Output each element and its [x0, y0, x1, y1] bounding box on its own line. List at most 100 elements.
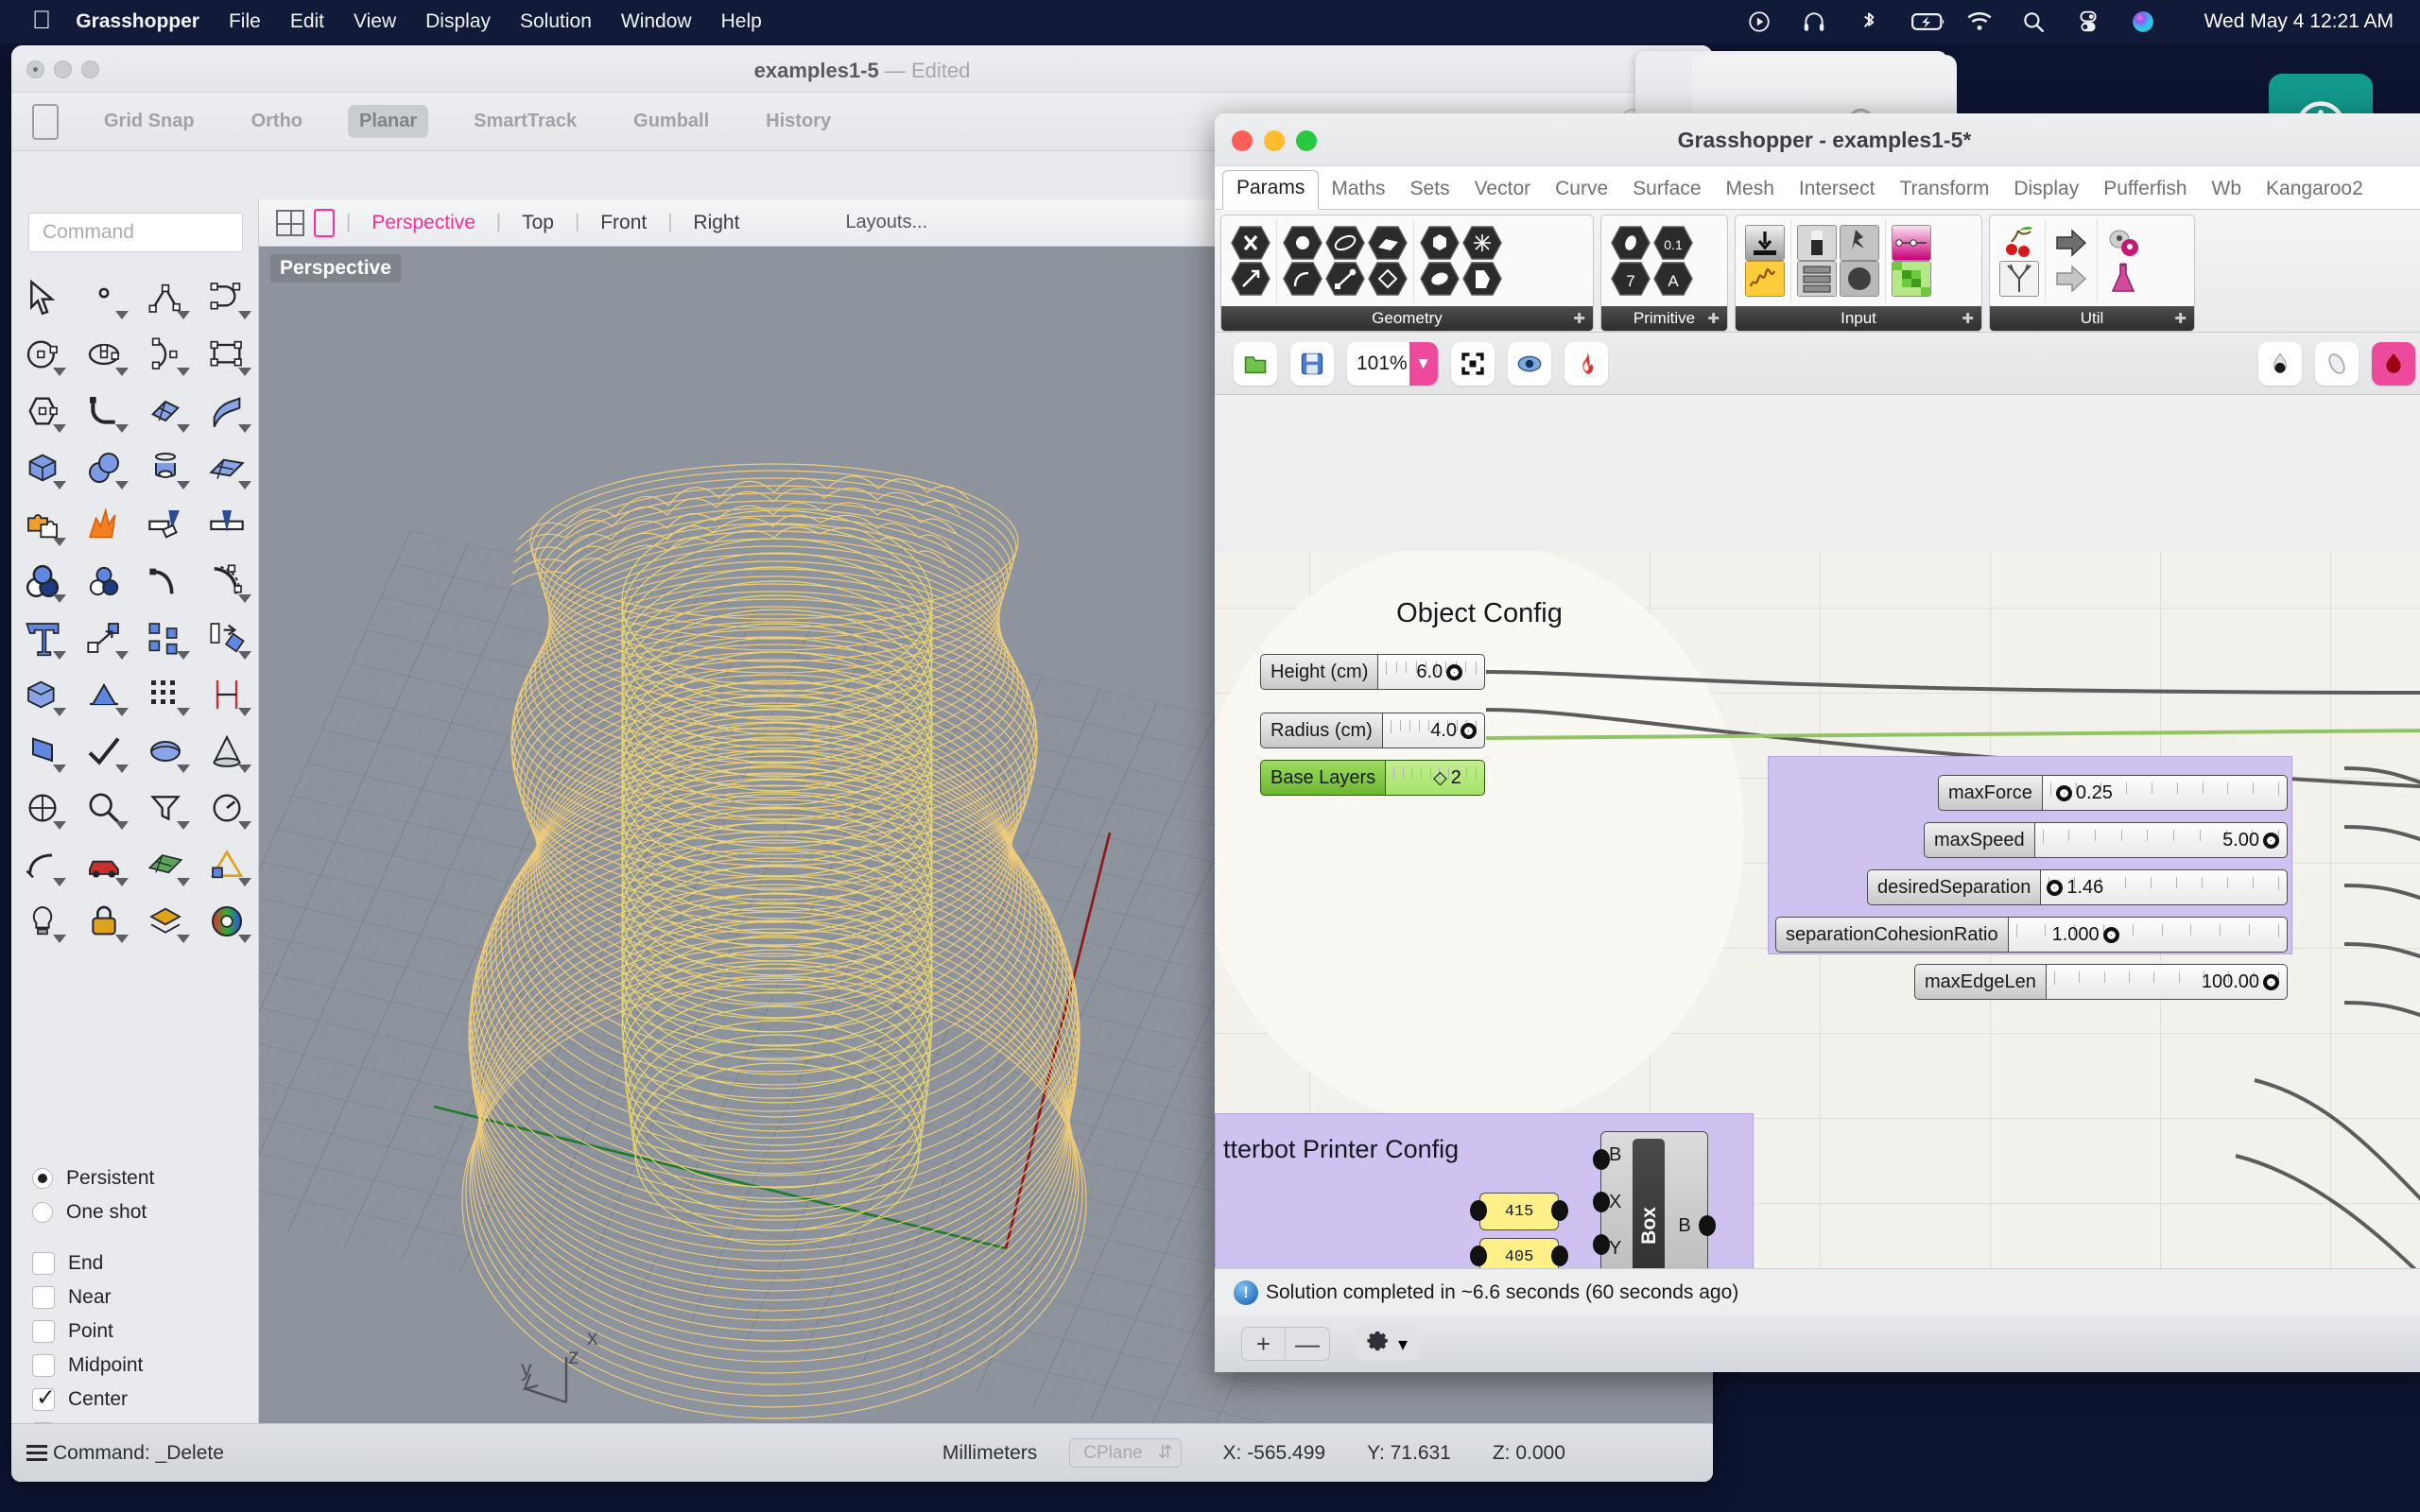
input-value-list-icon[interactable]: [1840, 225, 1879, 261]
dimension-icon[interactable]: [197, 666, 258, 723]
slider-base-layers[interactable]: Base Layers ◇ 2: [1260, 760, 1485, 796]
tab-pufferfish[interactable]: Pufferfish: [2091, 172, 2199, 209]
util-bake-cluster-icon[interactable]: [2103, 225, 2143, 261]
open-file-icon[interactable]: [1234, 342, 1277, 386]
wifi-icon[interactable]: [1966, 9, 2021, 34]
viewport-name-label[interactable]: Perspective: [270, 254, 401, 283]
checkbox-icon[interactable]: [32, 1252, 55, 1275]
tab-kangaroo2[interactable]: Kangaroo2: [2254, 172, 2376, 209]
render-car-icon[interactable]: [73, 836, 134, 893]
slider-knob-icon[interactable]: [2056, 785, 2072, 801]
toggle-ortho[interactable]: Ortho: [240, 105, 314, 138]
param-arc-icon[interactable]: [1283, 261, 1322, 297]
menu-item-view[interactable]: View: [354, 10, 396, 33]
osnap-mode-persistent[interactable]: Persistent: [32, 1161, 258, 1195]
offset-dashed-icon[interactable]: [197, 553, 258, 610]
chevron-down-icon[interactable]: ▾: [1398, 1332, 1408, 1356]
slider-track[interactable]: 1.46: [2040, 869, 2288, 905]
measure-icon[interactable]: [197, 780, 258, 836]
input-port-x[interactable]: [1593, 1192, 1610, 1212]
input-port-y[interactable]: [1593, 1234, 1610, 1255]
slider-separationcohesionratio[interactable]: separationCohesionRatio 1.000: [1775, 917, 2288, 953]
osnap-center[interactable]: Center: [32, 1383, 258, 1417]
number-value[interactable]: 405: [1479, 1238, 1559, 1268]
param-field-icon[interactable]: [1462, 261, 1502, 297]
arc-icon[interactable]: [135, 326, 197, 383]
point-icon[interactable]: [73, 269, 134, 326]
slider-radius[interactable]: Radius (cm) 4.0: [1260, 713, 1485, 748]
four-view-layout-icon[interactable]: [276, 210, 304, 236]
util-cherries-icon[interactable]: [1999, 225, 2039, 261]
slider-track[interactable]: 0.25: [2042, 775, 2288, 811]
slider-track[interactable]: ◇ 2: [1385, 760, 1485, 796]
number-value[interactable]: 415: [1479, 1193, 1559, 1230]
menu-item-file[interactable]: File: [229, 10, 261, 33]
surface-from-curves-icon[interactable]: [135, 383, 197, 439]
lock-layer-icon[interactable]: [73, 893, 134, 950]
param-line-icon[interactable]: [1325, 261, 1365, 297]
toggle-grid-snap[interactable]: Grid Snap: [93, 105, 206, 138]
expand-icon[interactable]: ✚: [1573, 310, 1585, 327]
tab-mesh[interactable]: Mesh: [1714, 172, 1787, 209]
param-boolean-icon[interactable]: [1611, 225, 1651, 261]
headphones-icon[interactable]: [1802, 9, 1857, 34]
radio-oneshot-icon[interactable]: [32, 1202, 53, 1223]
input-port-b[interactable]: [1593, 1149, 1610, 1170]
viewport-tab-right[interactable]: Right: [672, 212, 760, 234]
input-panel-icon[interactable]: [1797, 261, 1837, 297]
select-arrow-icon[interactable]: [11, 269, 73, 326]
slider-track[interactable]: 1.000: [2008, 917, 2288, 953]
number-node-415[interactable]: 415: [1479, 1193, 1559, 1230]
zoom-plus-minus-group[interactable]: + —: [1241, 1327, 1330, 1361]
battery-charging-icon[interactable]: [1911, 9, 1966, 34]
osnap-midpoint[interactable]: Midpoint: [32, 1349, 258, 1383]
slider-maxedgelen[interactable]: maxEdgeLen 100.00: [1914, 964, 2288, 1000]
layouts-button[interactable]: Layouts...: [845, 212, 927, 233]
checkbox-checked-icon[interactable]: [32, 1388, 55, 1411]
input-port[interactable]: [1470, 1200, 1487, 1221]
extrude-curve-icon[interactable]: [11, 723, 73, 780]
cplane-dropdown[interactable]: CPlane ⇵: [1069, 1438, 1181, 1468]
slider-track[interactable]: 6.0: [1377, 654, 1485, 690]
boolean-union-icon[interactable]: [11, 553, 73, 610]
patch-surface-icon[interactable]: [135, 723, 197, 780]
curve-icon[interactable]: [197, 269, 258, 326]
tab-maths[interactable]: Maths: [1319, 172, 1397, 209]
osnap-near[interactable]: Near: [32, 1280, 258, 1314]
move-icon[interactable]: [73, 610, 134, 666]
rectangle-icon[interactable]: [197, 326, 258, 383]
tab-wb[interactable]: Wb: [2200, 172, 2255, 209]
screen-record-icon[interactable]: [1747, 9, 1802, 34]
command-input[interactable]: Command: [28, 213, 243, 252]
offset-curve-icon[interactable]: [135, 553, 197, 610]
apple-logo-icon[interactable]: : [32, 8, 51, 33]
mesh-tools-icon[interactable]: [135, 836, 197, 893]
bake-drop-icon[interactable]: [2258, 342, 2302, 386]
util-tree-icon[interactable]: [1999, 261, 2039, 297]
zoom-in-button[interactable]: +: [1242, 1328, 1286, 1360]
box-solid-icon[interactable]: [11, 439, 73, 496]
toggle-smarttrack[interactable]: SmartTrack: [462, 105, 588, 138]
boolean-difference-icon[interactable]: [73, 553, 134, 610]
output-port[interactable]: [1551, 1246, 1568, 1266]
bend-icon[interactable]: [11, 836, 73, 893]
control-center-icon[interactable]: [2076, 9, 2131, 34]
menu-item-solution[interactable]: Solution: [520, 10, 592, 33]
gh-canvas[interactable]: Object Config Height (cm) 6.0 Radius (cm…: [1215, 551, 2420, 1268]
rhino-render-icon[interactable]: [2372, 342, 2415, 386]
zoom-window-icon[interactable]: [73, 780, 134, 836]
array-icon[interactable]: [135, 610, 197, 666]
rotate-icon[interactable]: [197, 610, 258, 666]
mesh-surface-icon[interactable]: [197, 439, 258, 496]
grid-array-icon[interactable]: [135, 666, 197, 723]
util-flask-icon[interactable]: [2103, 261, 2143, 297]
input-gradient-icon[interactable]: [1892, 225, 1931, 261]
units-label[interactable]: Millimeters: [942, 1442, 1037, 1465]
slider-track[interactable]: 5.00: [2034, 822, 2288, 858]
param-integer-icon[interactable]: 7: [1611, 261, 1651, 297]
chevron-down-icon[interactable]: ▼: [1409, 342, 1438, 386]
layers-icon[interactable]: [135, 893, 197, 950]
util-data-out-icon[interactable]: [2051, 225, 2091, 261]
box-component[interactable]: B X Y Z Box B: [1600, 1131, 1708, 1268]
annotate-icon[interactable]: [197, 836, 258, 893]
